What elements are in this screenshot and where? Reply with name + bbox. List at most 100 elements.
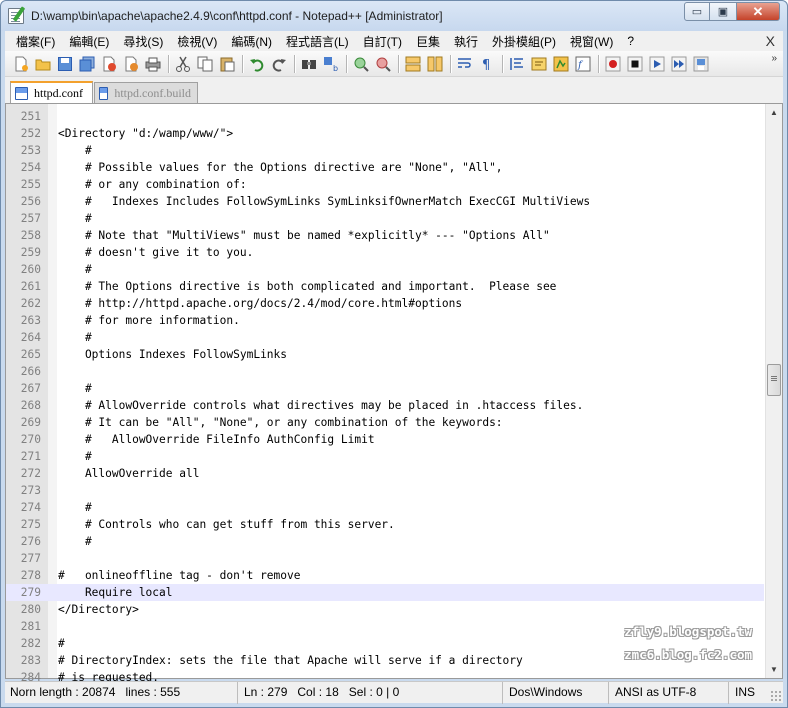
print-icon[interactable] xyxy=(145,56,161,72)
code-line[interactable]: 259 # doesn't give it to you. xyxy=(6,244,764,261)
status-encoding[interactable]: ANSI as UTF-8 xyxy=(610,682,729,704)
close-button[interactable]: ✕ xyxy=(736,2,780,21)
copy-icon[interactable] xyxy=(197,56,213,72)
tab-httpd-conf-build[interactable]: httpd.conf.build xyxy=(94,82,198,103)
sync-vertical-icon[interactable] xyxy=(405,56,421,72)
find-icon[interactable] xyxy=(301,56,317,72)
line-number: 253 xyxy=(20,144,41,157)
code-line[interactable]: 271 # xyxy=(6,448,764,465)
code-line[interactable]: 258 # Note that "MultiViews" must be nam… xyxy=(6,227,764,244)
menu-settings[interactable]: 自訂(T) xyxy=(356,33,409,50)
close-file-icon[interactable] xyxy=(101,56,117,72)
notepadpp-app-icon[interactable] xyxy=(8,8,24,24)
line-number: 262 xyxy=(20,297,41,310)
code-line[interactable]: 256 # Indexes Includes FollowSymLinks Sy… xyxy=(6,193,764,210)
menu-view[interactable]: 檢視(V) xyxy=(170,33,224,50)
status-eol-format[interactable]: Dos\Windows xyxy=(504,682,609,704)
save-icon[interactable] xyxy=(57,56,73,72)
scroll-up-arrow-icon[interactable]: ▲ xyxy=(766,104,782,121)
status-insert-mode[interactable]: INS xyxy=(730,682,770,704)
undo-icon[interactable] xyxy=(249,56,265,72)
code-line[interactable]: 275 # Controls who can get stuff from th… xyxy=(6,516,764,533)
zoom-out-icon[interactable] xyxy=(375,56,391,72)
code-line[interactable]: 267 # xyxy=(6,380,764,397)
code-line[interactable]: 276 # xyxy=(6,533,764,550)
menu-plugins[interactable]: 外掛模組(P) xyxy=(485,33,563,50)
menu-language[interactable]: 程式語言(L) xyxy=(279,33,356,50)
code-line[interactable]: 274 # xyxy=(6,499,764,516)
save-all-icon[interactable] xyxy=(79,56,95,72)
play-macro-icon[interactable] xyxy=(649,56,665,72)
menu-run[interactable]: 執行 xyxy=(447,33,485,50)
code-line[interactable]: 263 # for more information. xyxy=(6,312,764,329)
code-line[interactable]: 266 xyxy=(6,363,764,380)
line-number: 277 xyxy=(20,552,41,565)
cut-icon[interactable] xyxy=(175,56,191,72)
code-line[interactable]: 269 # It can be "All", "None", or any co… xyxy=(6,414,764,431)
close-all-icon[interactable] xyxy=(123,56,139,72)
code-line[interactable]: 268 # AllowOverride controls what direct… xyxy=(6,397,764,414)
code-line[interactable]: 260 # xyxy=(6,261,764,278)
code-line[interactable]: 273 xyxy=(6,482,764,499)
indent-guide-icon[interactable] xyxy=(509,56,525,72)
line-text: # xyxy=(58,382,92,395)
stop-macro-icon[interactable] xyxy=(627,56,643,72)
code-line[interactable]: 255 # or any combination of: xyxy=(6,176,764,193)
tab-httpd-conf[interactable]: httpd.conf xyxy=(10,81,93,103)
redo-icon[interactable] xyxy=(271,56,287,72)
menu-macro[interactable]: 巨集 xyxy=(409,33,447,50)
scrollbar-thumb[interactable] xyxy=(767,364,781,396)
code-line[interactable]: 261 # The Options directive is both comp… xyxy=(6,278,764,295)
paste-icon[interactable] xyxy=(219,56,235,72)
user-defined-language-icon[interactable] xyxy=(531,56,547,72)
line-text: # doesn't give it to you. xyxy=(58,246,254,259)
code-line[interactable]: 270 # AllowOverride FileInfo AuthConfig … xyxy=(6,431,764,448)
code-line[interactable]: 277 xyxy=(6,550,764,567)
show-all-characters-icon[interactable]: ¶ xyxy=(479,56,495,72)
menu-search[interactable]: 尋找(S) xyxy=(116,33,170,50)
sync-horizontal-icon[interactable] xyxy=(427,56,443,72)
new-file-icon[interactable] xyxy=(13,56,29,72)
code-line[interactable]: 257 # xyxy=(6,210,764,227)
title-bar[interactable]: D:\wamp\bin\apache\apache2.4.9\conf\http… xyxy=(1,1,787,31)
line-number: 279 xyxy=(20,586,41,599)
code-line[interactable]: 253 # xyxy=(6,142,764,159)
scroll-down-arrow-icon[interactable]: ▼ xyxy=(766,661,782,678)
line-number: 273 xyxy=(20,484,41,497)
maximize-button[interactable]: ▣ xyxy=(710,2,736,21)
zoom-in-icon[interactable] xyxy=(353,56,369,72)
code-line[interactable]: 251 xyxy=(6,108,764,125)
record-macro-icon[interactable] xyxy=(605,56,621,72)
code-line[interactable]: 280 </Directory> xyxy=(6,601,764,618)
menu-help[interactable]: ? xyxy=(620,34,641,48)
vertical-scrollbar[interactable]: ▲ ▼ xyxy=(765,104,782,678)
code-line[interactable]: 262 # http://httpd.apache.org/docs/2.4/m… xyxy=(6,295,764,312)
current-line[interactable]: 279 Require local xyxy=(6,584,764,601)
menu-window[interactable]: 視窗(W) xyxy=(563,33,620,50)
replace-icon[interactable]: b xyxy=(323,56,339,72)
text-editor[interactable]: 251 252 <Directory "d:/wamp/www/"> 253 #254… xyxy=(5,103,783,684)
resize-grip-icon[interactable] xyxy=(770,690,782,702)
toolbar-overflow-button[interactable]: » xyxy=(771,53,777,64)
menu-edit[interactable]: 編輯(E) xyxy=(62,33,116,50)
close-document-button[interactable]: X xyxy=(766,33,775,49)
menu-encoding[interactable]: 編碼(N) xyxy=(224,33,279,50)
menu-file[interactable]: 檔案(F) xyxy=(5,33,62,50)
code-line[interactable]: 254 # Possible values for the Options di… xyxy=(6,159,764,176)
line-number: 259 xyxy=(20,246,41,259)
tab-bar: httpd.conf httpd.conf.build xyxy=(5,77,783,103)
document-map-icon[interactable] xyxy=(553,56,569,72)
code-line[interactable]: 265 Options Indexes FollowSymLinks xyxy=(6,346,764,363)
code-line[interactable]: 278 # onlineoffline tag - don't remove xyxy=(6,567,764,584)
open-file-icon[interactable] xyxy=(35,56,51,72)
code-line[interactable]: 252 <Directory "d:/wamp/www/"> xyxy=(6,125,764,142)
function-list-icon[interactable]: f xyxy=(575,56,591,72)
run-macro-multiple-icon[interactable] xyxy=(671,56,687,72)
word-wrap-icon[interactable] xyxy=(457,56,473,72)
save-macro-icon[interactable] xyxy=(693,56,709,72)
code-line[interactable]: 264 # xyxy=(6,329,764,346)
line-number: 283 xyxy=(20,654,41,667)
code-line[interactable]: 272 AllowOverride all xyxy=(6,465,764,482)
minimize-button[interactable]: ▭ xyxy=(684,2,710,21)
line-number: 256 xyxy=(20,195,41,208)
